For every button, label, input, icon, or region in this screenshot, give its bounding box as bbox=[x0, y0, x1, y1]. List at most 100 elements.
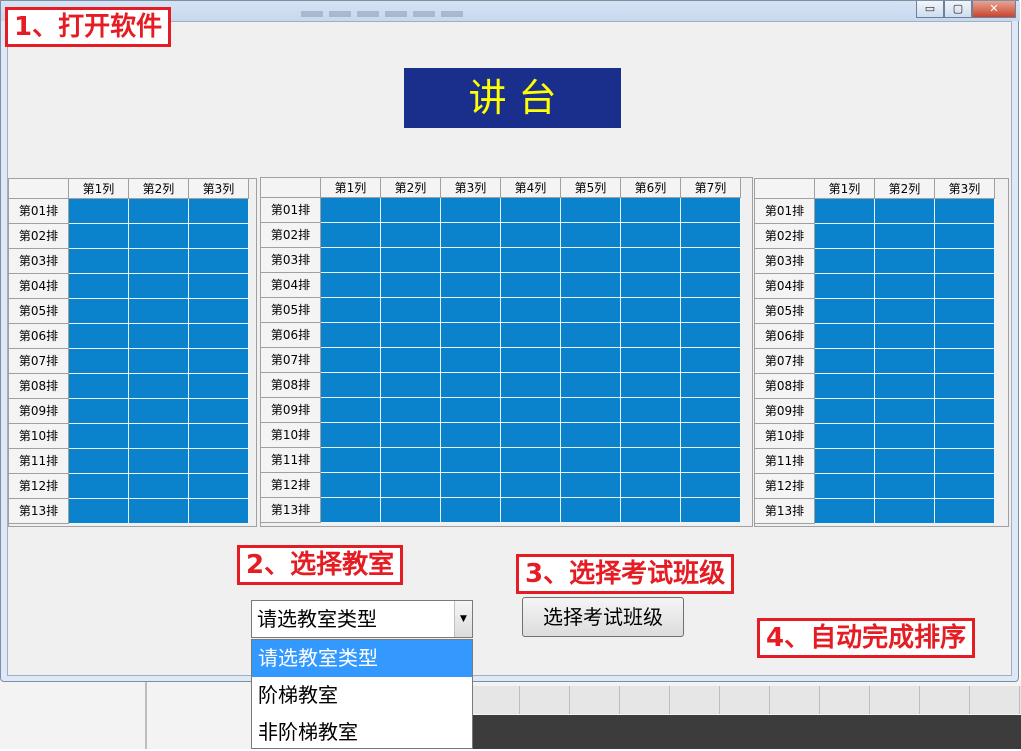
seat-cell[interactable] bbox=[129, 199, 189, 224]
chevron-down-icon[interactable]: ▼ bbox=[454, 601, 472, 637]
seat-cell[interactable] bbox=[815, 449, 875, 474]
seat-cell[interactable] bbox=[621, 298, 681, 323]
seat-cell[interactable] bbox=[321, 298, 381, 323]
seat-cell[interactable] bbox=[561, 373, 621, 398]
seat-cell[interactable] bbox=[129, 374, 189, 399]
seat-cell[interactable] bbox=[189, 274, 249, 299]
seat-cell[interactable] bbox=[935, 324, 995, 349]
seat-cell[interactable] bbox=[189, 324, 249, 349]
seat-cell[interactable] bbox=[935, 199, 995, 224]
seat-cell[interactable] bbox=[875, 374, 935, 399]
seat-cell[interactable] bbox=[621, 223, 681, 248]
seat-cell[interactable] bbox=[815, 249, 875, 274]
classroom-option[interactable]: 非阶梯教室 bbox=[252, 714, 472, 751]
seat-cell[interactable] bbox=[69, 374, 129, 399]
seat-cell[interactable] bbox=[501, 198, 561, 223]
seat-cell[interactable] bbox=[501, 298, 561, 323]
seat-cell[interactable] bbox=[935, 299, 995, 324]
seat-cell[interactable] bbox=[935, 274, 995, 299]
seat-cell[interactable] bbox=[441, 248, 501, 273]
seat-cell[interactable] bbox=[561, 448, 621, 473]
seat-cell[interactable] bbox=[129, 274, 189, 299]
seat-cell[interactable] bbox=[561, 248, 621, 273]
seat-cell[interactable] bbox=[621, 198, 681, 223]
seat-cell[interactable] bbox=[681, 423, 741, 448]
close-button[interactable]: ✕ bbox=[972, 1, 1016, 18]
seat-cell[interactable] bbox=[561, 273, 621, 298]
seat-cell[interactable] bbox=[681, 398, 741, 423]
seat-cell[interactable] bbox=[441, 348, 501, 373]
seat-cell[interactable] bbox=[501, 373, 561, 398]
seat-cell[interactable] bbox=[129, 324, 189, 349]
seat-cell[interactable] bbox=[189, 474, 249, 499]
seat-cell[interactable] bbox=[561, 198, 621, 223]
seat-cell[interactable] bbox=[815, 374, 875, 399]
seat-cell[interactable] bbox=[129, 349, 189, 374]
seat-cell[interactable] bbox=[129, 449, 189, 474]
seat-cell[interactable] bbox=[441, 448, 501, 473]
seat-cell[interactable] bbox=[561, 473, 621, 498]
seat-cell[interactable] bbox=[321, 423, 381, 448]
seat-cell[interactable] bbox=[681, 223, 741, 248]
seat-cell[interactable] bbox=[189, 349, 249, 374]
seat-cell[interactable] bbox=[321, 498, 381, 523]
seat-cell[interactable] bbox=[501, 448, 561, 473]
seat-cell[interactable] bbox=[381, 373, 441, 398]
seat-cell[interactable] bbox=[321, 373, 381, 398]
seat-cell[interactable] bbox=[381, 448, 441, 473]
seat-cell[interactable] bbox=[875, 224, 935, 249]
seat-cell[interactable] bbox=[69, 349, 129, 374]
seat-cell[interactable] bbox=[129, 499, 189, 524]
seat-cell[interactable] bbox=[381, 423, 441, 448]
seat-cell[interactable] bbox=[441, 498, 501, 523]
seat-cell[interactable] bbox=[189, 449, 249, 474]
seat-cell[interactable] bbox=[815, 474, 875, 499]
seat-cell[interactable] bbox=[381, 198, 441, 223]
seat-cell[interactable] bbox=[815, 499, 875, 524]
seat-cell[interactable] bbox=[681, 348, 741, 373]
seat-cell[interactable] bbox=[621, 448, 681, 473]
maximize-button[interactable]: ▢ bbox=[944, 1, 972, 18]
seat-cell[interactable] bbox=[321, 223, 381, 248]
seat-cell[interactable] bbox=[321, 448, 381, 473]
seat-cell[interactable] bbox=[501, 348, 561, 373]
seat-cell[interactable] bbox=[621, 373, 681, 398]
seat-cell[interactable] bbox=[681, 373, 741, 398]
select-exam-class-button[interactable]: 选择考试班级 bbox=[522, 597, 684, 637]
seat-cell[interactable] bbox=[129, 299, 189, 324]
seat-cell[interactable] bbox=[621, 398, 681, 423]
seat-cell[interactable] bbox=[561, 348, 621, 373]
seat-cell[interactable] bbox=[935, 224, 995, 249]
seat-cell[interactable] bbox=[875, 499, 935, 524]
seat-cell[interactable] bbox=[381, 398, 441, 423]
seat-cell[interactable] bbox=[815, 399, 875, 424]
seat-cell[interactable] bbox=[501, 498, 561, 523]
seat-cell[interactable] bbox=[441, 373, 501, 398]
seat-cell[interactable] bbox=[935, 449, 995, 474]
seat-cell[interactable] bbox=[561, 223, 621, 248]
seat-cell[interactable] bbox=[561, 398, 621, 423]
seat-cell[interactable] bbox=[681, 248, 741, 273]
seat-cell[interactable] bbox=[381, 323, 441, 348]
seat-cell[interactable] bbox=[381, 298, 441, 323]
seat-cell[interactable] bbox=[189, 199, 249, 224]
minimize-button[interactable]: ▭ bbox=[916, 1, 944, 18]
seat-cell[interactable] bbox=[69, 274, 129, 299]
seat-cell[interactable] bbox=[321, 398, 381, 423]
seat-cell[interactable] bbox=[441, 473, 501, 498]
seat-cell[interactable] bbox=[321, 198, 381, 223]
seat-cell[interactable] bbox=[875, 249, 935, 274]
seat-cell[interactable] bbox=[561, 298, 621, 323]
seat-cell[interactable] bbox=[935, 374, 995, 399]
seat-cell[interactable] bbox=[69, 249, 129, 274]
seat-cell[interactable] bbox=[129, 424, 189, 449]
seat-cell[interactable] bbox=[441, 298, 501, 323]
seat-cell[interactable] bbox=[441, 198, 501, 223]
seat-cell[interactable] bbox=[321, 323, 381, 348]
seat-cell[interactable] bbox=[681, 298, 741, 323]
seat-cell[interactable] bbox=[501, 398, 561, 423]
seat-cell[interactable] bbox=[381, 498, 441, 523]
seat-cell[interactable] bbox=[321, 248, 381, 273]
seat-cell[interactable] bbox=[875, 299, 935, 324]
classroom-option[interactable]: 请选教室类型 bbox=[252, 640, 472, 677]
